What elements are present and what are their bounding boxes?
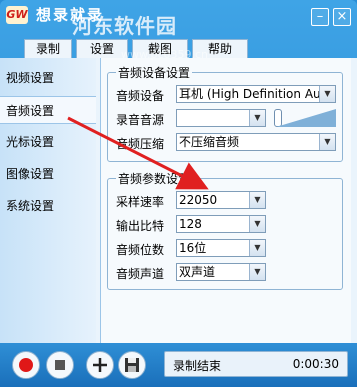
audio-param-group-title: 音频参数设置 (116, 170, 193, 187)
chevron-down-icon: ▼ (249, 110, 265, 126)
sidebar-item-image[interactable]: 图像设置 (0, 160, 96, 188)
record-button[interactable] (12, 351, 40, 379)
audio-device-group-title: 音频设备设置 (116, 64, 193, 81)
stop-button[interactable] (46, 351, 74, 379)
settings-content: 视频设置 音频设置 光标设置 图像设置 系统设置 www.pc0359.cn 音… (0, 48, 357, 343)
chevron-down-icon: ▼ (249, 216, 265, 232)
chevron-down-icon: ▼ (249, 264, 265, 280)
bits-label: 音频位数 (116, 243, 165, 257)
record-icon (19, 358, 33, 372)
bitrate-label: 输出比特 (116, 219, 165, 233)
device-label: 音频设备 (116, 89, 165, 103)
sample-rate-value: 22050 (179, 193, 218, 207)
app-window: GW 想录就录 河东软件园 – × 录制 设置 截图 帮助 视频设置 音频设置 … (0, 0, 357, 387)
chevron-down-icon: ▼ (319, 134, 335, 150)
rate-label: 采样速率 (116, 195, 165, 209)
audio-settings-panel: www.pc0359.cn 音频设备设置 音频设备 耳机 (High Defin… (100, 48, 351, 343)
sidebar-item-audio[interactable]: 音频设置 (0, 96, 96, 124)
stop-icon (55, 360, 65, 370)
source-label: 录音音源 (116, 113, 165, 127)
floppy-disk-icon (125, 358, 139, 372)
sidebar-item-cursor[interactable]: 光标设置 (0, 128, 96, 156)
status-text: 录制结束 (173, 359, 222, 373)
status-bar: 录制结束 0:00:30 (164, 351, 348, 377)
channel-value: 双声道 (179, 265, 216, 279)
audio-compress-value: 不压缩音频 (179, 135, 240, 149)
compress-label: 音频压缩 (116, 137, 165, 151)
title-bar: GW 想录就录 河东软件园 – × (0, 0, 357, 38)
save-button[interactable] (118, 351, 146, 379)
settings-sidebar: 视频设置 音频设置 光标设置 图像设置 系统设置 (0, 58, 96, 343)
status-time: 0:00:30 (292, 357, 339, 371)
bit-depth-select[interactable]: 16位 ▼ (176, 239, 266, 257)
channel-label: 音频声道 (116, 267, 165, 281)
sample-rate-select[interactable]: 22050 ▼ (176, 191, 266, 209)
audio-compress-select[interactable]: 不压缩音频 ▼ (176, 133, 336, 151)
audio-device-value: 耳机 (High Definition Audio 设 (179, 87, 335, 101)
bitrate-select[interactable]: 128 ▼ (176, 215, 266, 233)
chevron-down-icon: ▼ (249, 240, 265, 256)
close-button[interactable]: × (333, 8, 351, 26)
volume-level-wedge (276, 109, 336, 127)
sidebar-item-video[interactable]: 视频设置 (0, 64, 96, 92)
watermark-name: 河东软件园 (72, 14, 177, 38)
audio-device-select[interactable]: 耳机 (High Definition Audio 设 ▼ (176, 85, 336, 103)
channel-select[interactable]: 双声道 ▼ (176, 263, 266, 281)
minimize-button[interactable]: – (311, 8, 329, 26)
chevron-down-icon: ▼ (249, 192, 265, 208)
audio-param-group: 音频参数设置 采样速率 22050 ▼ 输出比特 128 ▼ 音频位数 16位 … (107, 170, 343, 290)
add-button[interactable] (86, 351, 114, 379)
app-logo: GW (6, 6, 28, 24)
chevron-down-icon: ▼ (319, 86, 335, 102)
plus-icon (93, 358, 107, 372)
audio-device-group: 音频设备设置 音频设备 耳机 (High Definition Audio 设 … (107, 64, 343, 162)
sidebar-item-system[interactable]: 系统设置 (0, 192, 96, 220)
bit-depth-value: 16位 (179, 241, 207, 255)
audio-source-select[interactable]: ▼ (176, 109, 266, 127)
watermark-url: www.pc0359.cn (121, 48, 209, 61)
tab-record[interactable]: 录制 (24, 39, 72, 58)
bitrate-value: 128 (179, 217, 202, 231)
